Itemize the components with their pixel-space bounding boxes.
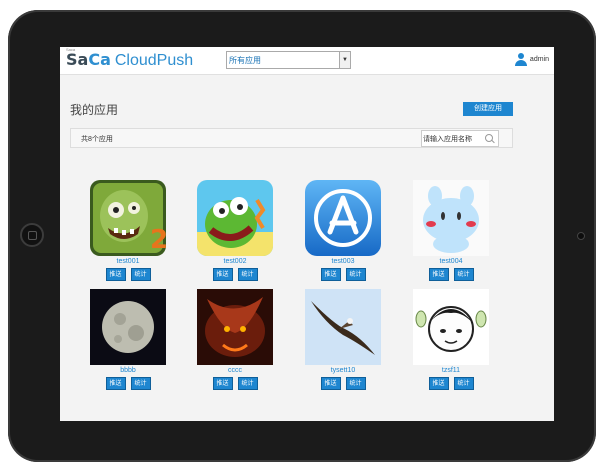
app-name[interactable]: tysett10 [303, 367, 383, 376]
app-store-icon[interactable] [305, 180, 381, 256]
app-name[interactable]: tzsf11 [411, 367, 491, 376]
push-button[interactable]: 推送 [428, 377, 449, 390]
app-screen: Saca SaCa CloudPush 所有应用 ▼ admin 我的应用 创建… [60, 47, 554, 421]
push-button[interactable]: 推送 [320, 377, 341, 390]
stats-button[interactable]: 统计 [237, 377, 258, 390]
home-button[interactable] [20, 223, 44, 247]
stats-button[interactable]: 统计 [130, 268, 151, 281]
page-title: 我的应用 [70, 103, 119, 117]
username: admin [529, 56, 549, 63]
app-card: bbbb 推送 统计 [88, 289, 168, 390]
stats-button[interactable]: 统计 [345, 268, 366, 281]
eagle-icon[interactable] [305, 289, 381, 365]
app-select[interactable]: 所有应用 ▼ [226, 51, 351, 69]
app-name[interactable]: test004 [411, 258, 491, 267]
push-button[interactable]: 推送 [105, 268, 126, 281]
push-button[interactable]: 推送 [105, 377, 126, 390]
bunny-icon[interactable] [413, 180, 489, 256]
user-menu[interactable]: admin [514, 53, 549, 66]
dropdown-arrow-icon[interactable]: ▼ [339, 52, 350, 68]
user-icon [514, 53, 527, 66]
push-button[interactable]: 推送 [212, 377, 233, 390]
push-button[interactable]: 推送 [320, 268, 341, 281]
app-name[interactable]: test002 [195, 258, 275, 267]
stats-button[interactable]: 统计 [453, 377, 474, 390]
stats-button[interactable]: 统计 [237, 268, 258, 281]
logo[interactable]: Saca SaCa CloudPush [66, 47, 194, 72]
app-card: test002 推送 统计 [195, 180, 275, 281]
app-card: test003 推送 统计 [303, 180, 383, 281]
search-input[interactable]: 请输入应用名称 [421, 130, 499, 147]
dragon-icon[interactable] [197, 289, 273, 365]
app-card: test004 推送 统计 [411, 180, 491, 281]
search-icon[interactable] [485, 134, 493, 142]
app-card: cccc 推送 统计 [195, 289, 275, 390]
logo-brand: SaCa [66, 50, 111, 69]
push-button[interactable]: 推送 [428, 268, 449, 281]
app-name[interactable]: test001 [88, 258, 168, 267]
app-card: 2 test001 推送 统计 [88, 180, 168, 281]
stats-button[interactable]: 统计 [130, 377, 151, 390]
app-name[interactable]: bbbb [88, 367, 168, 376]
app-name[interactable]: test003 [303, 258, 383, 267]
stats-button[interactable]: 统计 [453, 268, 474, 281]
logo-small-text: Saca [66, 47, 76, 52]
top-bar: Saca SaCa CloudPush 所有应用 ▼ admin [60, 47, 554, 75]
filter-bar: 共8个应用 请输入应用名称 [70, 128, 513, 148]
logo-product: CloudPush [114, 52, 194, 69]
app-card: tysett10 推送 统计 [303, 289, 383, 390]
app-card: tzsf11 推送 统计 [411, 289, 491, 390]
moon-icon[interactable] [90, 289, 166, 365]
camera-icon [577, 232, 585, 240]
cartoon-face-icon[interactable] [413, 289, 489, 365]
push-button[interactable]: 推送 [212, 268, 233, 281]
monster-icon[interactable] [197, 180, 273, 256]
create-app-button[interactable]: 创建应用 [463, 102, 513, 116]
stats-button[interactable]: 统计 [345, 377, 366, 390]
svg-text:2: 2 [150, 225, 166, 255]
app-name[interactable]: cccc [195, 367, 275, 376]
app-count: 共8个应用 [81, 136, 113, 143]
zombie-icon[interactable]: 2 [90, 180, 166, 256]
